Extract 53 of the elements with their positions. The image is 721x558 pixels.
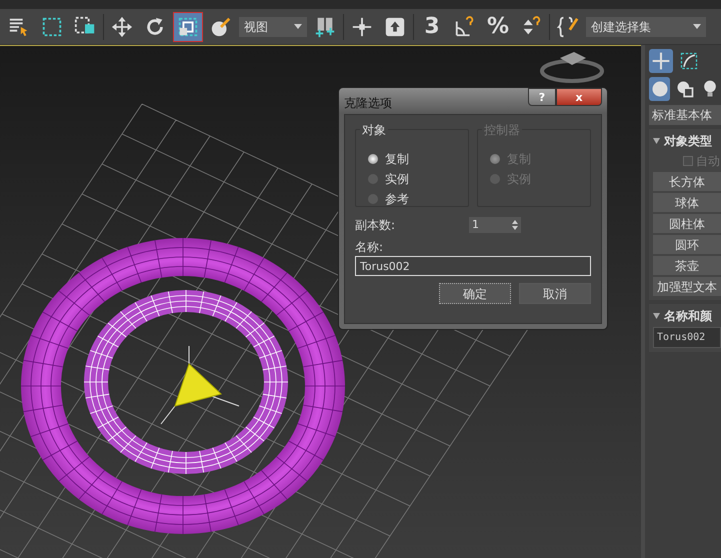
move-arrows-icon xyxy=(111,16,133,38)
dialog-button[interactable]: 取消 xyxy=(519,283,591,304)
dropdown[interactable]: 视图 xyxy=(239,16,307,36)
rollout-toggle-icon[interactable] xyxy=(653,313,660,319)
radio-label: 实例 xyxy=(385,171,409,188)
object-type-button[interactable]: 加强型文本 xyxy=(653,277,721,296)
snap-toggle-button[interactable]: % xyxy=(483,12,513,42)
radio-label: 参考 xyxy=(385,191,409,208)
name-label: 名称: xyxy=(355,239,384,256)
category-dropdown[interactable]: 标准基本体 xyxy=(649,105,721,125)
panel-tab[interactable] xyxy=(649,77,670,101)
dropdown-caret-icon xyxy=(294,24,302,29)
sphere-pen-icon xyxy=(210,16,232,38)
dropdown-value: 创建选择集 xyxy=(591,18,651,36)
spinner-arrows-icon xyxy=(512,220,518,230)
upload-box-icon xyxy=(384,16,406,38)
group-title: 对象 xyxy=(360,121,388,139)
pivot-icon xyxy=(314,16,336,38)
crosshair-icon xyxy=(351,16,373,38)
spinner-value: 1 xyxy=(472,216,479,233)
dialog-title: 克隆选项 xyxy=(344,94,392,112)
rollout-toggle-icon[interactable] xyxy=(653,138,660,144)
angle-snap-icon xyxy=(454,16,476,38)
rollout-title: 名称和颜 xyxy=(664,308,712,325)
sphere-icon xyxy=(650,79,670,99)
object-type-button[interactable]: 茶壶 xyxy=(653,256,721,275)
braces-pen-icon xyxy=(557,16,579,38)
rollout-title: 对象类型 xyxy=(664,133,712,150)
copies-label: 副本数: xyxy=(355,217,396,234)
object-type-button[interactable]: 圆柱体 xyxy=(653,214,721,233)
viewcube-drawing xyxy=(540,52,604,83)
dashed-rectangle-icon xyxy=(41,16,63,38)
curve-square-icon xyxy=(679,51,699,71)
plus-icon xyxy=(651,51,671,71)
object-type-button[interactable]: 圆环 xyxy=(653,235,721,254)
close-button[interactable]: x xyxy=(556,88,602,106)
object-name-field[interactable]: Torus002 xyxy=(653,327,721,348)
rotate-icon xyxy=(144,16,166,38)
help-button[interactable]: ? xyxy=(528,88,556,106)
object-type-button[interactable]: 长方体 xyxy=(653,172,721,191)
radio-label: 复制 xyxy=(385,151,409,168)
dropdown[interactable]: 创建选择集 xyxy=(586,16,706,36)
clone-icon xyxy=(177,16,199,38)
toolbar-button[interactable] xyxy=(173,12,203,42)
dialog-button[interactable]: 确定 xyxy=(439,283,511,304)
dropdown-caret-icon xyxy=(693,24,701,29)
object-type-button[interactable]: 球体 xyxy=(653,193,721,212)
snap-toggle-button[interactable]: 3 xyxy=(417,12,447,42)
dropdown-value: 视图 xyxy=(244,18,268,36)
radio-button[interactable] xyxy=(368,154,378,164)
copies-spinner[interactable]: 1 xyxy=(469,217,521,233)
name-field[interactable]: Torus002 xyxy=(355,256,591,276)
shapes-icon xyxy=(674,79,695,99)
